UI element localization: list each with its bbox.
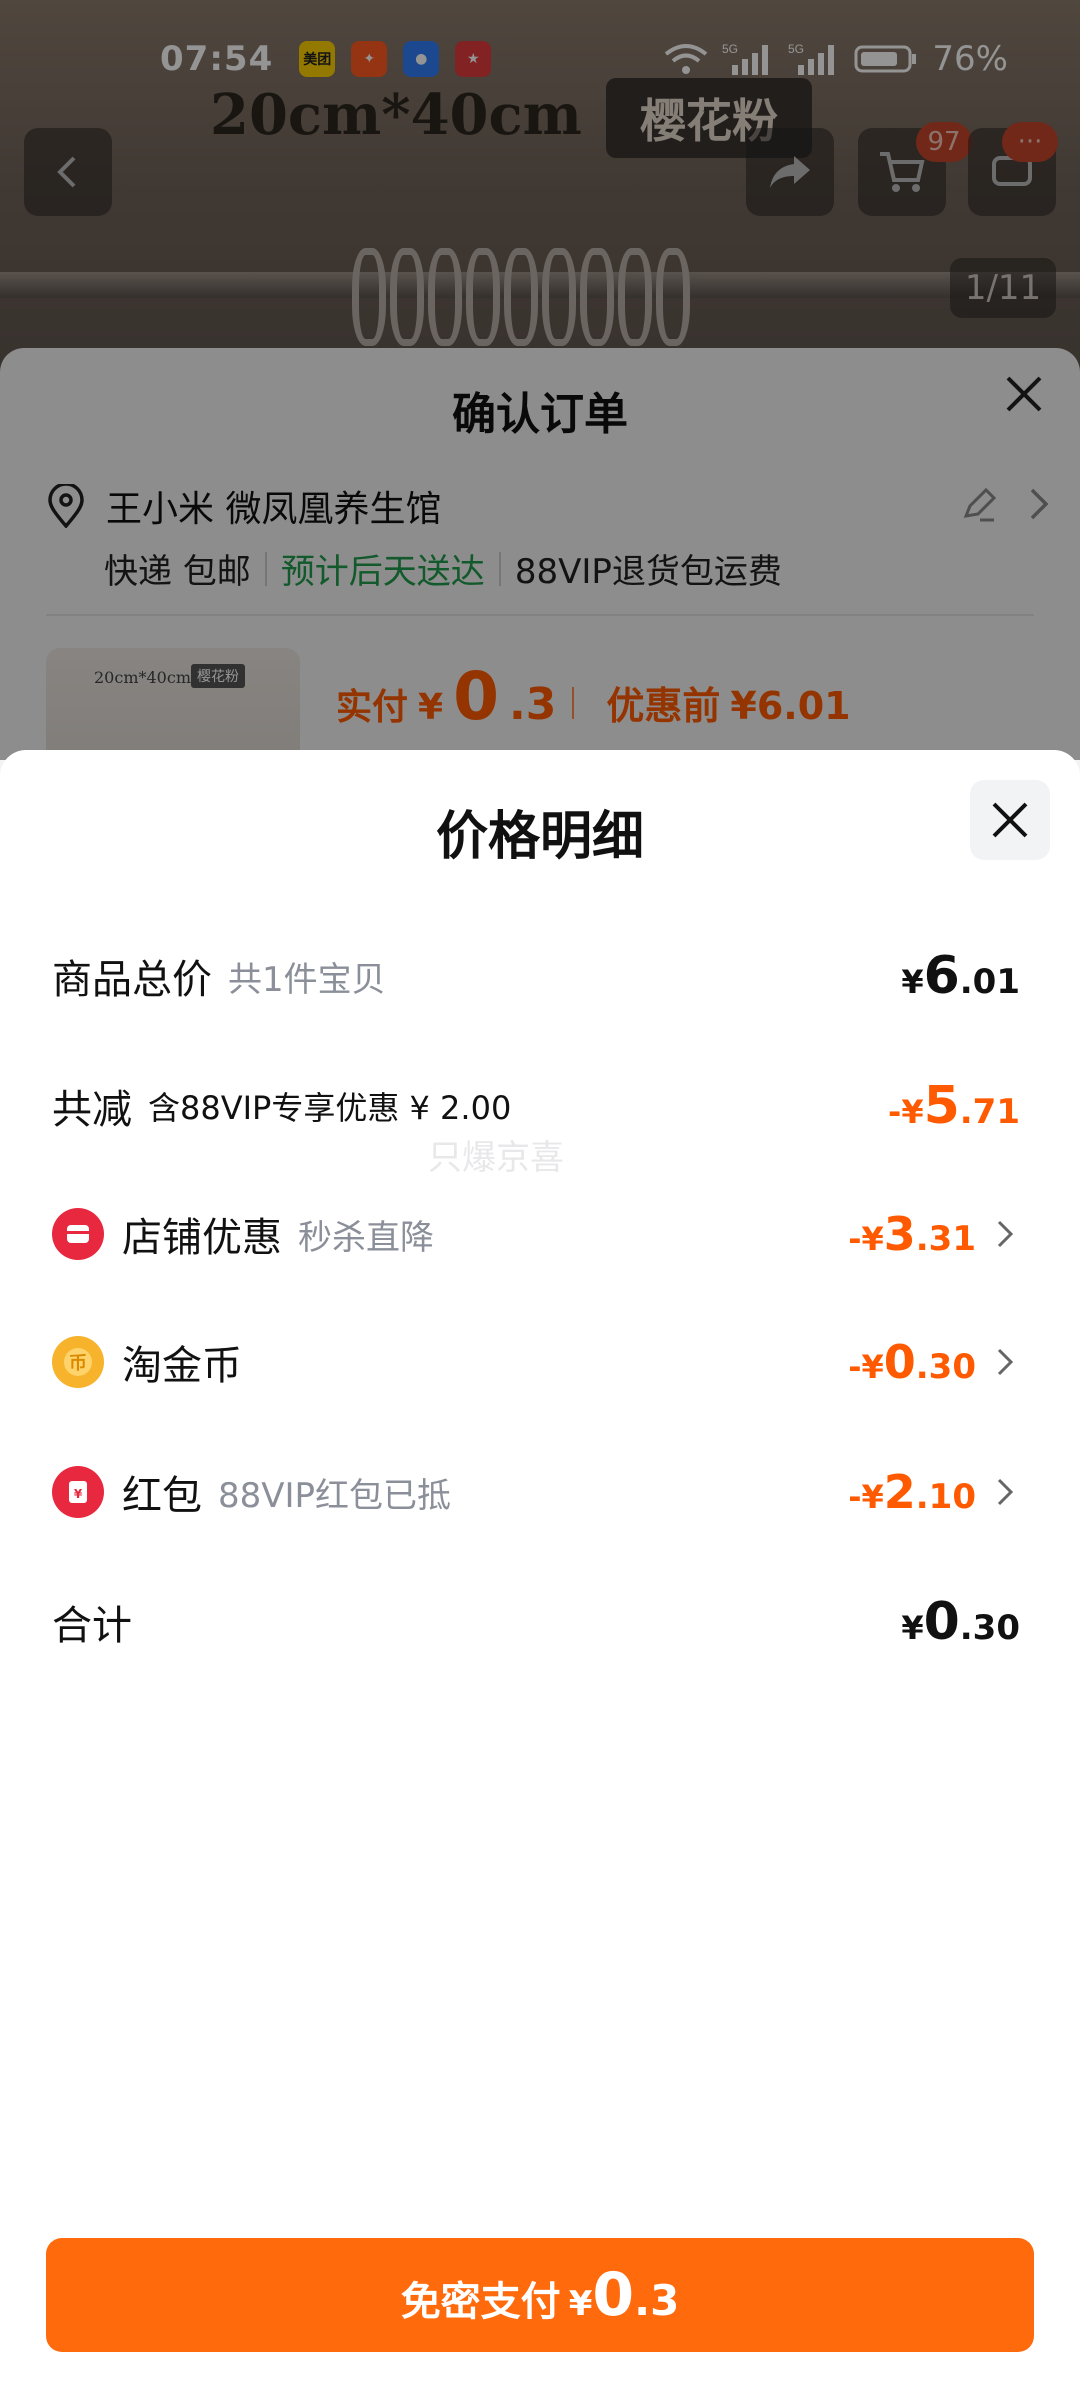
row-label: 红包 <box>122 1473 202 1519</box>
row-sub: 秒杀直降 <box>298 1217 434 1258</box>
row-goods-total: 商品总价 共1件宝贝 ¥6.01 <box>52 936 1020 1016</box>
row-shop-discount[interactable]: 店铺优惠 秒杀直降 - ¥3.31 <box>52 1194 1020 1274</box>
chevron-right-icon <box>990 1472 1020 1512</box>
row-taobao-coins[interactable]: 币 淘金币 - ¥0.30 <box>52 1322 1020 1402</box>
watermark: 只爆京喜 <box>428 1138 564 1178</box>
close-button[interactable] <box>970 780 1050 860</box>
row-label: 合计 <box>52 1603 132 1649</box>
svg-text:¥: ¥ <box>74 1487 83 1501</box>
coin-icon: 币 <box>52 1336 104 1388</box>
row-sub: 共1件宝贝 <box>228 959 386 1000</box>
pay-label: 免密支付 <box>400 2279 561 2325</box>
row-sub: 88VIP红包已抵 <box>218 1475 452 1516</box>
row-amount: - ¥2.10 <box>848 1465 976 1519</box>
pay-currency: ¥ <box>568 2284 593 2324</box>
row-label: 淘金币 <box>122 1343 242 1389</box>
password-free-pay-button[interactable]: 免密支付 ¥ 0 .3 <box>46 2238 1034 2352</box>
row-amount: - ¥5.71 <box>888 1076 1020 1136</box>
red-packet-icon: ¥ <box>52 1466 104 1518</box>
row-label: 共减 <box>52 1087 132 1133</box>
row-amount: ¥6.01 <box>901 946 1020 1006</box>
dim-overlay[interactable] <box>0 0 1080 760</box>
row-amount: ¥0.30 <box>901 1592 1020 1652</box>
row-sub: 含88VIP专享优惠 ¥ 2.00 <box>148 1089 512 1127</box>
row-amount: - ¥0.30 <box>848 1335 976 1389</box>
chevron-right-icon <box>990 1342 1020 1382</box>
row-label: 商品总价 <box>52 957 212 1003</box>
svg-text:币: 币 <box>69 1353 87 1374</box>
row-amount: - ¥3.31 <box>848 1207 976 1261</box>
row-red-packet[interactable]: ¥ 红包 88VIP红包已抵 - ¥2.10 <box>52 1452 1020 1532</box>
chevron-right-icon <box>990 1214 1020 1254</box>
pay-int: 0 <box>592 2260 635 2330</box>
close-icon <box>992 802 1028 838</box>
row-grand-total: 合计 ¥0.30 <box>52 1582 1020 1662</box>
pay-dec: .3 <box>634 2276 680 2325</box>
row-label: 店铺优惠 <box>122 1215 282 1261</box>
shop-icon <box>52 1208 104 1260</box>
sheet-title: 价格明细 <box>435 807 644 867</box>
